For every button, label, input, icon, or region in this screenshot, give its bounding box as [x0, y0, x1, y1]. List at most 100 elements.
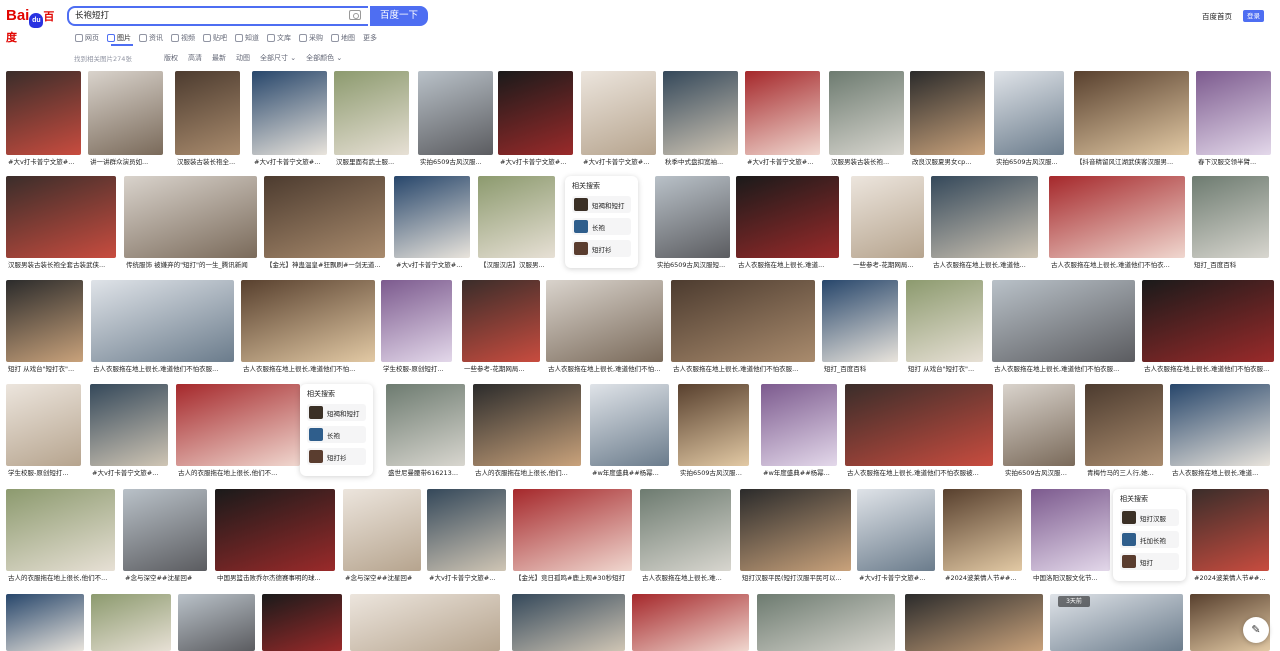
- thumbnail-image[interactable]: [381, 280, 452, 362]
- image-result[interactable]: [178, 594, 255, 651]
- image-result[interactable]: 学生校服-原创短打...: [6, 384, 81, 480]
- image-caption[interactable]: #大v打卡普宁文旅#...: [583, 156, 654, 168]
- thumbnail-image[interactable]: [343, 489, 421, 571]
- image-caption[interactable]: 古人衣服拖在地上很长,难道...: [1172, 467, 1268, 479]
- thumbnail-image[interactable]: [176, 384, 300, 466]
- image-caption[interactable]: #大v打卡普宁文旅#...: [8, 156, 79, 168]
- thumbnail-image[interactable]: [581, 71, 656, 155]
- baidu-logo[interactable]: Bai du 百度: [6, 7, 60, 44]
- tab-video[interactable]: 视频: [171, 32, 195, 44]
- thumbnail-image[interactable]: [418, 71, 493, 155]
- thumbnail-image[interactable]: [1003, 384, 1075, 466]
- thumbnail-image[interactable]: [6, 594, 84, 651]
- image-result[interactable]: [6, 594, 84, 651]
- image-caption[interactable]: 汉服里面有武士服...: [336, 156, 407, 168]
- image-caption[interactable]: 改良汉服夏男女cp...: [912, 156, 983, 168]
- image-caption[interactable]: 学生校服-原创短打...: [383, 363, 450, 375]
- image-result[interactable]: 实拍6509古风汉服短...: [678, 384, 749, 480]
- image-result[interactable]: 短打_百度百科: [822, 280, 898, 376]
- image-result[interactable]: 古人衣服拖在地上很长,难道他们不怕衣...: [1049, 176, 1185, 272]
- tab-tieba[interactable]: 贴吧: [203, 32, 227, 44]
- image-result[interactable]: 汉服里面有武士服...: [334, 71, 409, 169]
- filter-animated[interactable]: 动图: [236, 53, 250, 63]
- image-caption[interactable]: 一些参考-花期网局...: [853, 259, 922, 271]
- image-result[interactable]: [512, 594, 625, 651]
- image-caption[interactable]: 学生校服-原创短打...: [8, 467, 79, 479]
- edit-icon[interactable]: ✎: [1243, 617, 1269, 643]
- thumbnail-image[interactable]: [632, 594, 749, 651]
- image-caption[interactable]: 实拍6509古风汉服短...: [1005, 467, 1073, 479]
- image-result[interactable]: 古人衣服拖在地上很长,难道他们不怕衣服...: [546, 280, 663, 376]
- image-caption[interactable]: 古人衣服拖在地上很长,难道他们不怕衣服...: [93, 363, 232, 375]
- image-caption[interactable]: #2024波莱情人节##...: [1194, 572, 1267, 584]
- image-result[interactable]: 实拍6509古风汉服...: [418, 71, 493, 169]
- thumbnail-image[interactable]: [822, 280, 898, 362]
- image-caption[interactable]: 实拍6509古风汉服短...: [680, 467, 747, 479]
- thumbnail-image[interactable]: [851, 176, 924, 258]
- image-caption[interactable]: 青梅竹马的三人行,她...: [1087, 467, 1161, 479]
- thumbnail-image[interactable]: [91, 280, 234, 362]
- image-result[interactable]: 讲一讲群众演员如...: [88, 71, 163, 169]
- image-result[interactable]: 传统服饰 被嫌弃的"短打"的一生_腾讯新闻: [124, 176, 257, 272]
- thumbnail-image[interactable]: [6, 384, 81, 466]
- tab-news[interactable]: 资讯: [139, 32, 163, 44]
- thumbnail-image[interactable]: [386, 384, 465, 466]
- image-caption[interactable]: 实拍6509古风汉服短...: [657, 259, 728, 271]
- image-result[interactable]: 青梅竹马的三人行,她...: [1085, 384, 1163, 480]
- image-result[interactable]: 中国男篮击败乔尔杰德赛事明的球...: [215, 489, 335, 585]
- image-caption[interactable]: 古人衣服拖在地上很长,难道他们不怕衣服...: [994, 363, 1133, 375]
- image-result[interactable]: 一些参考-花期网局...: [462, 280, 540, 376]
- thumbnail-image[interactable]: [1192, 176, 1269, 258]
- image-result[interactable]: 汉服男装古装长袍...: [829, 71, 904, 169]
- tab-zhidao[interactable]: 知道: [235, 32, 259, 44]
- image-result[interactable]: 古人衣服拖在地上很长,难道...: [736, 176, 839, 272]
- image-result[interactable]: 盛世尼曼腰带616213...: [386, 384, 465, 480]
- image-caption[interactable]: 古人衣服拖在地上很长,难道他们不怕衣服...: [1144, 363, 1272, 375]
- thumbnail-image[interactable]: [252, 71, 327, 155]
- filter-size[interactable]: 全部尺寸 ⌄: [260, 53, 296, 63]
- image-result[interactable]: 短打 从戏台"短打衣"...: [906, 280, 983, 376]
- thumbnail-image[interactable]: [175, 71, 240, 155]
- thumbnail-image[interactable]: [473, 384, 581, 466]
- tab-wenku[interactable]: 文库: [267, 32, 291, 44]
- image-result[interactable]: 短打 从戏台"短打衣"...: [6, 280, 83, 376]
- image-caption[interactable]: 古人衣服拖在地上很长,难道他...: [933, 259, 1036, 271]
- image-result[interactable]: #2024波莱情人节##...: [1192, 489, 1269, 585]
- image-result[interactable]: #大v打卡普宁文旅#...: [745, 71, 820, 169]
- thumbnail-image[interactable]: [178, 594, 255, 651]
- thumbnail-image[interactable]: [6, 280, 83, 362]
- image-result[interactable]: 秋季中式盘扣宽袖...: [663, 71, 738, 169]
- image-result[interactable]: [350, 594, 500, 651]
- image-result[interactable]: 实拍6509古风汉服短...: [655, 176, 730, 272]
- image-caption[interactable]: #w年度盛典##杨幂...: [592, 467, 667, 479]
- thumbnail-image[interactable]: [829, 71, 904, 155]
- tab-purchase[interactable]: 采购: [299, 32, 323, 44]
- search-button[interactable]: 百度一下: [370, 6, 428, 26]
- image-caption[interactable]: 古人衣服拖在地上很长,难...: [642, 572, 729, 584]
- thumbnail-image[interactable]: [215, 489, 335, 571]
- thumbnail-image[interactable]: [905, 594, 1043, 651]
- image-result[interactable]: 古人衣服拖在地上很长,难道他...: [931, 176, 1038, 272]
- thumbnail-image[interactable]: [757, 594, 895, 651]
- image-result[interactable]: #大v打卡普宁文旅#...: [857, 489, 935, 585]
- related-search-item[interactable]: 短打: [1120, 553, 1179, 570]
- image-caption[interactable]: 中国男篮击败乔尔杰德赛事明的球...: [217, 572, 333, 584]
- thumbnail-image[interactable]: [745, 71, 820, 155]
- login-button[interactable]: 登录: [1243, 10, 1264, 22]
- thumbnail-image[interactable]: [427, 489, 506, 571]
- thumbnail-image[interactable]: [678, 384, 749, 466]
- image-caption[interactable]: #大v打卡普宁文旅#...: [396, 259, 468, 271]
- image-result[interactable]: 汉服男装古装长袍全套古装武侠...: [6, 176, 116, 272]
- image-result[interactable]: 实拍6509古风汉服...: [994, 71, 1064, 169]
- thumbnail-image[interactable]: [123, 489, 207, 571]
- image-result[interactable]: 古人的衣服拖在地上很长,他们...: [473, 384, 581, 480]
- thumbnail-image[interactable]: [6, 489, 115, 571]
- image-caption[interactable]: 古人衣服拖在地上很长,难道他们不怕衣服被...: [847, 467, 991, 479]
- image-caption[interactable]: 汉服装古装长袍全...: [177, 156, 238, 168]
- thumbnail-image[interactable]: [857, 489, 935, 571]
- image-caption[interactable]: 【金光】竞日孤鸣#鹿上观#30秒短打: [515, 572, 630, 584]
- image-caption[interactable]: 汉服男装古装长袍...: [831, 156, 902, 168]
- image-result[interactable]: [905, 594, 1043, 651]
- thumbnail-image[interactable]: [1085, 384, 1163, 466]
- thumbnail-image[interactable]: [590, 384, 669, 466]
